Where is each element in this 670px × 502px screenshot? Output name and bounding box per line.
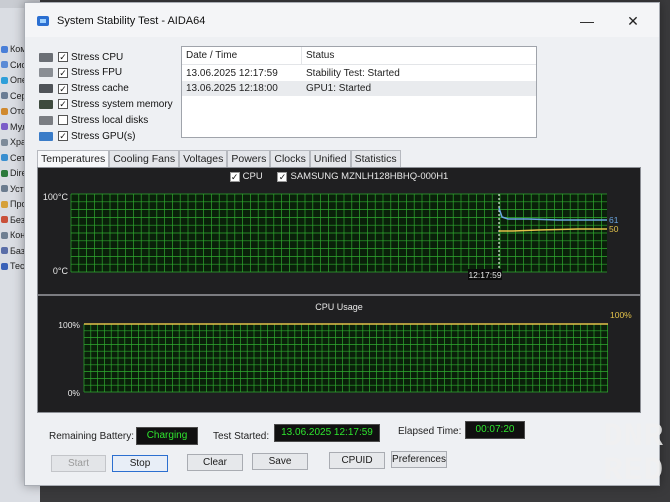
stress-option-label: Stress system memory [71,98,173,110]
cpu-usage-current-value: 100% [610,310,632,320]
app-item-icon [1,262,8,270]
app-item-label: Кон [10,230,26,240]
tab-temperatures[interactable]: Temperatures [37,150,110,168]
column-header-datetime[interactable]: Date / Time [182,47,302,65]
row-datetime: 13.06.2025 12:17:59 [186,68,278,79]
app-item-icon [1,247,8,254]
graphs-svg: 100°C 0°C 12:17:59 61 50 CPU Usage 100% … [38,192,640,398]
time-marker-label: 12:17:59 [468,270,501,280]
memory-icon [39,99,53,109]
minimize-button[interactable]: — [575,11,599,31]
tab-unified[interactable]: Unified [309,150,351,167]
tab-powers[interactable]: Powers [227,150,271,167]
stress-option-label: Stress CPU [71,51,124,63]
app-item-icon [1,45,8,53]
app-item-icon [1,200,8,208]
app-item-icon [1,76,8,84]
test-started-label: Test Started: [213,431,270,442]
stress-option-checkbox[interactable]: ✓ [58,83,68,94]
disk-icon [39,115,53,125]
cpuid-button[interactable]: CPUID [329,452,385,469]
tab-cooling-fans[interactable]: Cooling Fans [109,150,180,167]
battery-value: Charging [136,427,198,445]
temp-y-max-label: 100°C [43,192,69,202]
stress-option[interactable]: Stress local disks [39,113,148,127]
tab-voltages[interactable]: Voltages [179,150,228,167]
status-log-table[interactable]: Date / Time Status 13.06.2025 12:17:59 S… [181,46,537,138]
table-row[interactable]: 13.06.2025 12:18:00 GPU1: Started [182,81,536,96]
app-item-icon [1,107,8,115]
stress-option[interactable]: ✓ Stress GPU(s) [39,129,135,143]
gpu-icon [39,131,53,141]
row-status: Stability Test: Started [306,68,400,79]
column-header-status[interactable]: Status [302,47,334,65]
elapsed-time-label: Elapsed Time: [398,426,462,437]
cpu-y-min-label: 0% [68,388,81,398]
titlebar: System Stability Test - AIDA64 — ✕ [25,3,659,37]
row-datetime: 13.06.2025 12:18:00 [186,83,278,94]
app-item-icon [1,154,8,161]
app-item-icon [1,123,8,130]
test-started-value: 13.06.2025 12:17:59 [274,424,380,442]
save-button[interactable]: Save [252,453,308,470]
graph-tabs: Temperatures Cooling Fans Voltages Powers Cl… [37,150,401,168]
stability-test-window: System Stability Test - AIDA64 — ✕ ✓ Stre… [24,2,660,486]
aida64-app-icon [37,16,49,26]
tab-clocks[interactable]: Clocks [270,150,310,167]
window-title: System Stability Test - AIDA64 [57,15,206,27]
battery-label: Remaining Battery: [49,431,135,442]
app-item-icon [1,216,8,223]
close-button[interactable]: ✕ [621,11,645,31]
app-item-icon [1,92,8,99]
watermark-line2: RED [603,452,664,489]
start-button[interactable]: Start [51,455,106,472]
watermark-logo: DNR RED [584,420,664,496]
stress-option-checkbox[interactable]: ✓ [58,67,68,78]
stress-option-checkbox[interactable]: ✓ [58,99,68,110]
app-item-icon [1,185,8,192]
stop-button[interactable]: Stop [112,455,168,472]
stress-option-checkbox[interactable]: ✓ [58,131,68,141]
app-item-icon [1,138,8,146]
stress-option[interactable]: ✓ Stress system memory [39,97,173,111]
clear-button[interactable]: Clear [187,454,243,471]
preferences-button[interactable]: Preferences [391,451,447,468]
ssd-temp-value: 50 [609,224,619,234]
app-item-icon [1,231,8,239]
table-row[interactable]: 13.06.2025 12:17:59 Stability Test: Star… [182,66,536,81]
stress-option-checkbox[interactable]: ✓ [58,52,68,62]
stress-option-label: Stress local disks [71,114,149,126]
app-item-icon [1,61,8,68]
stress-option-label: Stress cache [71,83,129,95]
row-status: GPU1: Started [306,83,372,94]
stress-option-label: Stress GPU(s) [71,130,136,142]
cpu-y-max-label: 100% [58,320,80,330]
watermark-line1: DNR [603,418,664,455]
cache-icon [39,84,53,94]
stress-option-checkbox[interactable] [58,115,68,126]
app-item-icon [1,169,8,177]
tab-statistics[interactable]: Statistics [350,150,401,167]
stress-option-label: Stress FPU [71,67,123,79]
graph-panel: ✓ CPU ✓ SAMSUNG MZNLH128HBHQ-000H1 100°C… [37,167,641,413]
status-table-header: Date / Time Status [182,47,536,65]
stress-option[interactable]: ✓ Stress CPU [39,50,123,64]
stress-option[interactable]: ✓ Stress cache [39,82,129,96]
elapsed-time-value: 00:07:20 [465,421,525,439]
cpu-usage-title: CPU Usage [315,302,363,312]
fpu-icon [39,68,53,78]
cpu-icon [39,52,53,62]
stress-option[interactable]: ✓ Stress FPU [39,66,122,80]
temp-y-min-label: 0°C [53,266,69,276]
